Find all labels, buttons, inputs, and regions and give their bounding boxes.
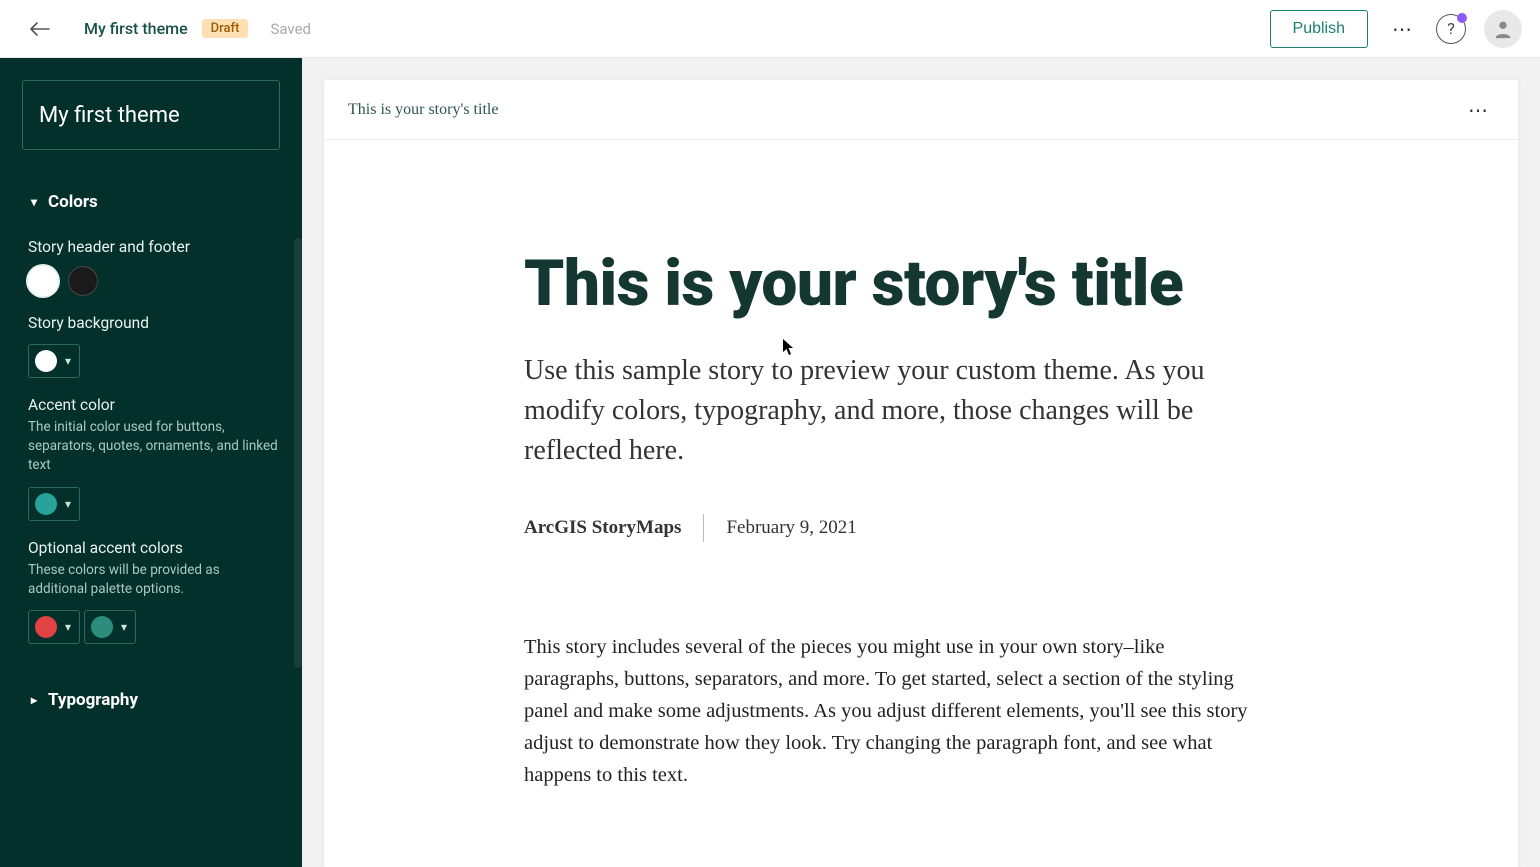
story-preview: This is your story's title ⋯ This is you… xyxy=(324,80,1518,867)
story-header: This is your story's title ⋯ xyxy=(324,80,1518,140)
optional-accent-label: Optional accent colors xyxy=(28,539,280,557)
sidebar-scroll[interactable]: ▾ Colors Story header and footer Story b… xyxy=(0,184,302,867)
back-button[interactable] xyxy=(22,11,58,47)
story-body: This is your story's title Use this samp… xyxy=(324,140,1518,831)
accent-color-picker[interactable]: ▾ xyxy=(28,487,80,521)
story-more-button[interactable]: ⋯ xyxy=(1462,94,1494,126)
header-footer-label: Story header and footer xyxy=(28,238,280,256)
status-badge: Draft xyxy=(202,19,249,38)
dots-icon: ⋯ xyxy=(1468,98,1488,122)
typography-section-label: Typography xyxy=(48,690,138,710)
dots-icon: ⋯ xyxy=(1392,17,1412,41)
background-color-swatch xyxy=(35,350,57,372)
optional-accent-picker-2[interactable]: ▾ xyxy=(84,610,136,644)
header-footer-swatches xyxy=(28,266,280,296)
saved-status: Saved xyxy=(270,20,311,38)
more-menu-button[interactable]: ⋯ xyxy=(1386,13,1418,45)
user-icon xyxy=(1492,18,1514,40)
header-footer-light-swatch[interactable] xyxy=(28,266,58,296)
chevron-down-icon: ▾ xyxy=(65,497,71,511)
chevron-right-icon: ▸ xyxy=(28,693,40,707)
accent-color-desc: The initial color used for buttons, sepa… xyxy=(28,418,280,475)
typography-section-header[interactable]: ▸ Typography xyxy=(28,682,280,718)
publish-button[interactable]: Publish xyxy=(1270,10,1368,48)
story-background-label: Story background xyxy=(28,314,280,332)
byline-divider xyxy=(703,514,704,542)
colors-section-label: Colors xyxy=(48,192,98,212)
optional-color-swatch-2 xyxy=(91,616,113,638)
chevron-down-icon: ▾ xyxy=(65,620,71,634)
story-background-picker[interactable]: ▾ xyxy=(28,344,80,378)
story-byline: ArcGIS StoryMaps February 9, 2021 xyxy=(524,514,1318,542)
colors-section-header[interactable]: ▾ Colors xyxy=(28,184,280,220)
sidebar: My first theme ▾ Colors Story header and… xyxy=(0,58,302,867)
sidebar-scrollbar[interactable] xyxy=(294,238,302,668)
story-author: ArcGIS StoryMaps xyxy=(524,517,681,539)
chevron-down-icon: ▾ xyxy=(65,354,71,368)
header-footer-dark-swatch[interactable] xyxy=(68,266,98,296)
avatar[interactable] xyxy=(1484,10,1522,48)
story-subtitle: Use this sample story to preview your cu… xyxy=(524,351,1264,470)
preview-pane: This is your story's title ⋯ This is you… xyxy=(302,58,1540,867)
theme-name-input[interactable]: My first theme xyxy=(22,80,280,150)
chevron-down-icon: ▾ xyxy=(28,195,40,209)
arrow-left-icon xyxy=(30,22,50,36)
optional-color-swatch-1 xyxy=(35,616,57,638)
optional-accent-desc: These colors will be provided as additio… xyxy=(28,561,280,599)
notification-dot-icon xyxy=(1457,13,1467,23)
help-button[interactable]: ? xyxy=(1436,14,1466,44)
app-header: My first theme Draft Saved Publish ⋯ ? xyxy=(0,0,1540,58)
main: My first theme ▾ Colors Story header and… xyxy=(0,58,1540,867)
theme-title: My first theme xyxy=(84,19,188,38)
accent-color-label: Accent color xyxy=(28,396,280,414)
story-paragraph: This story includes several of the piece… xyxy=(524,632,1264,791)
accent-color-swatch xyxy=(35,493,57,515)
help-icon: ? xyxy=(1447,19,1455,38)
header-actions: Publish ⋯ ? xyxy=(1270,10,1522,48)
story-title: This is your story's title xyxy=(524,250,1318,317)
optional-accent-picker-1[interactable]: ▾ xyxy=(28,610,80,644)
story-date: February 9, 2021 xyxy=(726,517,856,539)
chevron-down-icon: ▾ xyxy=(121,620,127,634)
preview-scrollbar[interactable] xyxy=(1528,58,1538,867)
theme-name-text: My first theme xyxy=(39,103,180,128)
story-header-title: This is your story's title xyxy=(348,101,498,119)
